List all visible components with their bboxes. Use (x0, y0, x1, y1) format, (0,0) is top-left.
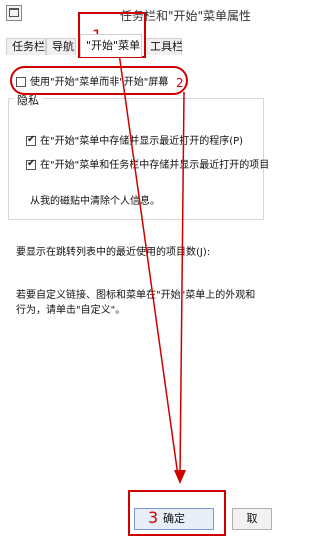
tab-start-menu[interactable]: "开始"菜单 (80, 34, 142, 57)
annotation-arrows (117, 45, 186, 484)
annotation-arrow-1 (117, 45, 179, 477)
annotation-arrowhead (174, 470, 186, 484)
annotation-arrow-2 (179, 91, 185, 477)
